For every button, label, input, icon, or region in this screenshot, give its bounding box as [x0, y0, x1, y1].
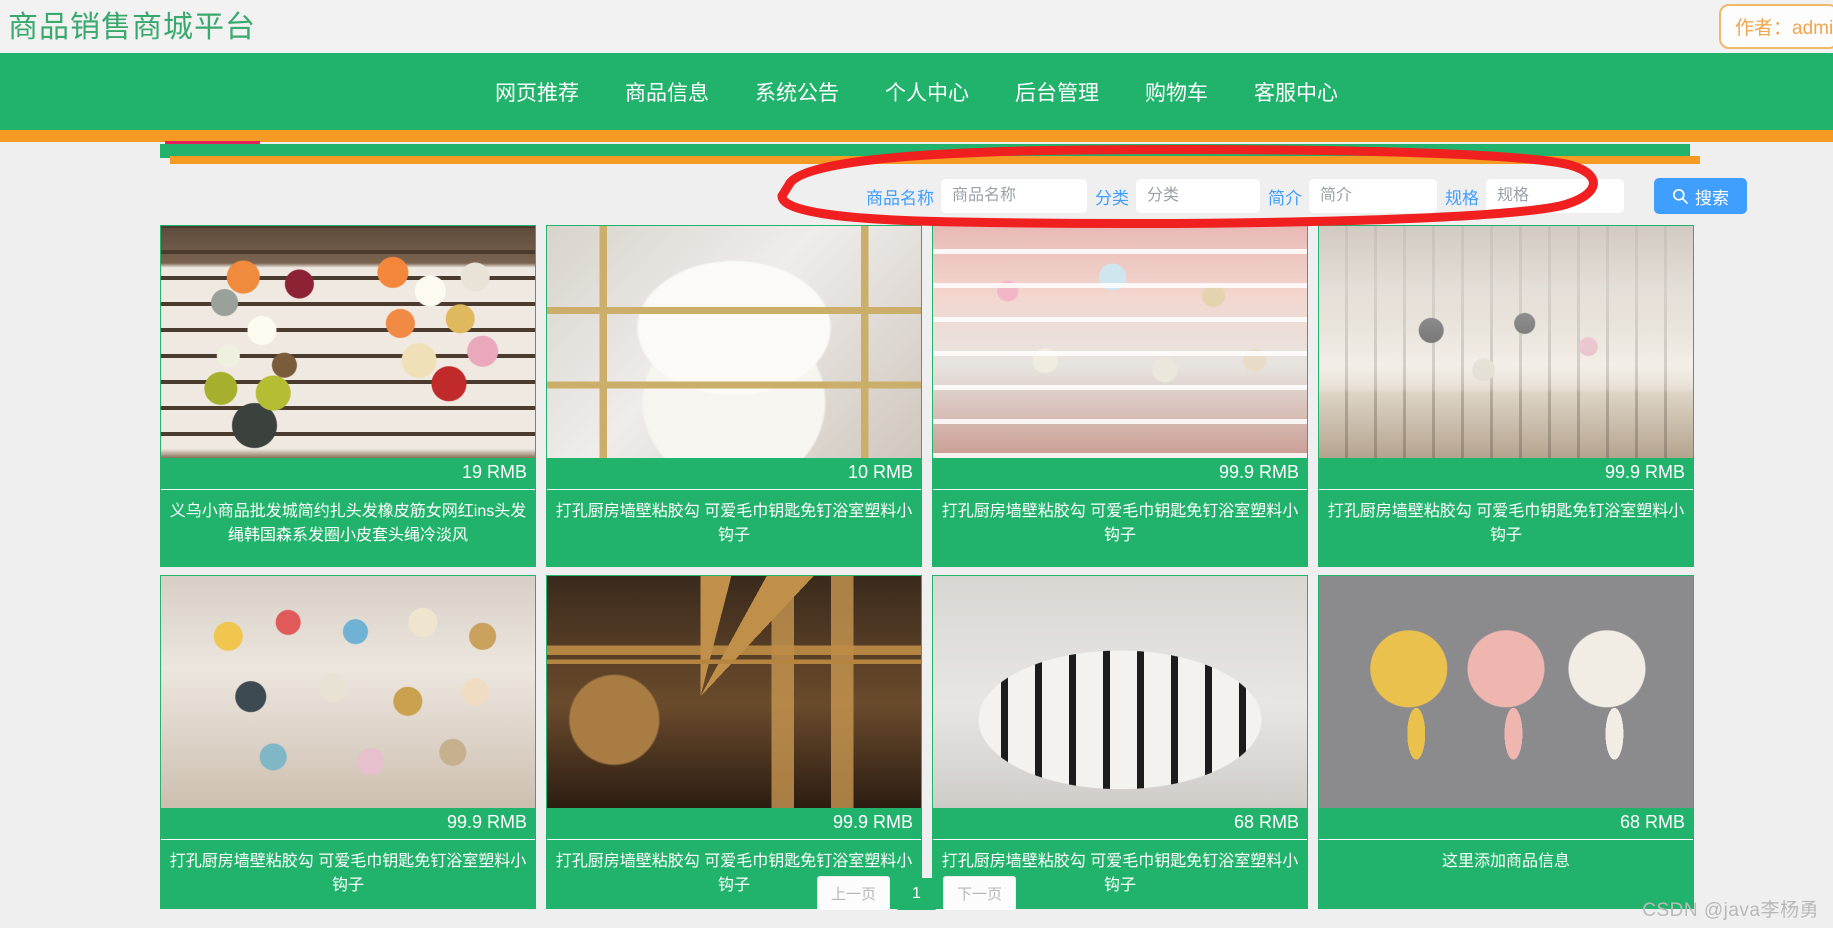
- pagination-page-1-button[interactable]: 1: [896, 877, 937, 910]
- search-field-name: 商品名称: [866, 179, 1087, 213]
- product-title: 打孔厨房墙壁粘胶勾 可爱毛巾钥匙免钉浴室塑料小钩子: [1319, 490, 1693, 558]
- product-grid: 19 RMB 义乌小商品批发城简约扎头发橡皮筋女网红ins头发绳韩国森系发圈小皮…: [160, 225, 1705, 909]
- watermark: CSDN @java李杨勇: [1642, 900, 1819, 921]
- product-image: [547, 226, 921, 458]
- nav-item-profile[interactable]: 个人中心: [883, 73, 971, 111]
- product-image: [1319, 226, 1693, 458]
- nav-item-notices[interactable]: 系统公告: [753, 73, 841, 111]
- nav-item-recommend[interactable]: 网页推荐: [493, 73, 581, 111]
- product-image: [161, 226, 535, 458]
- product-card[interactable]: 68 RMB 打孔厨房墙壁粘胶勾 可爱毛巾钥匙免钉浴室塑料小钩子: [932, 575, 1308, 909]
- top-bar: 商品销售商城平台 作者：admi: [0, 0, 1833, 55]
- product-card[interactable]: 10 RMB 打孔厨房墙壁粘胶勾 可爱毛巾钥匙免钉浴室塑料小钩子: [546, 225, 922, 567]
- product-card[interactable]: 99.9 RMB 打孔厨房墙壁粘胶勾 可爱毛巾钥匙免钉浴室塑料小钩子: [932, 225, 1308, 567]
- search-button-label: 搜索: [1695, 188, 1729, 208]
- search-input-category[interactable]: [1136, 179, 1260, 213]
- search-form: 商品名称 分类 简介 规格: [0, 172, 1833, 220]
- product-price: 19 RMB: [161, 458, 535, 490]
- search-label-name: 商品名称: [866, 188, 934, 208]
- product-price: 99.9 RMB: [933, 458, 1307, 490]
- product-card[interactable]: 68 RMB 这里添加商品信息: [1318, 575, 1694, 909]
- product-image: [933, 576, 1307, 808]
- search-label-description: 简介: [1268, 188, 1302, 208]
- nav-item-cart[interactable]: 购物车: [1143, 73, 1210, 111]
- product-title: 打孔厨房墙壁粘胶勾 可爱毛巾钥匙免钉浴室塑料小钩子: [547, 490, 921, 558]
- product-card[interactable]: 99.9 RMB 打孔厨房墙壁粘胶勾 可爱毛巾钥匙免钉浴室塑料小钩子: [546, 575, 922, 909]
- search-button[interactable]: 搜索: [1654, 178, 1747, 214]
- product-image: [547, 576, 921, 808]
- search-field-spec: 规格: [1445, 179, 1624, 213]
- search-bar: 商品名称 分类 简介 规格: [0, 172, 1833, 220]
- pagination-prev-button[interactable]: 上一页: [817, 876, 891, 911]
- product-price: 99.9 RMB: [547, 808, 921, 840]
- nav-item-support[interactable]: 客服中心: [1252, 73, 1340, 111]
- main-navigation: 网页推荐 商品信息 系统公告 个人中心 后台管理 购物车 客服中心: [0, 53, 1833, 130]
- nav-item-admin[interactable]: 后台管理: [1013, 73, 1101, 111]
- app-root: 商品销售商城平台 作者：admi 网页推荐 商品信息 系统公告 个人中心 后台管…: [0, 0, 1833, 928]
- nav-item-products[interactable]: 商品信息: [623, 73, 711, 111]
- product-price: 99.9 RMB: [1319, 458, 1693, 490]
- product-image: [1319, 576, 1693, 808]
- product-card[interactable]: 19 RMB 义乌小商品批发城简约扎头发橡皮筋女网红ins头发绳韩国森系发圈小皮…: [160, 225, 536, 567]
- search-field-description: 简介: [1268, 179, 1437, 213]
- page-title: 商品销售商城平台: [8, 11, 256, 44]
- pagination: 上一页 1 下一页: [0, 876, 1833, 911]
- search-input-spec[interactable]: [1486, 179, 1624, 213]
- search-field-category: 分类: [1095, 179, 1260, 213]
- product-image: [933, 226, 1307, 458]
- banner-orange-stripe: [170, 156, 1700, 164]
- author-badge: 作者：admi: [1719, 4, 1833, 49]
- banner-stripe-group: [160, 141, 1705, 164]
- product-image: [161, 576, 535, 808]
- search-input-description[interactable]: [1309, 179, 1437, 213]
- product-price: 10 RMB: [547, 458, 921, 490]
- nav-list: 网页推荐 商品信息 系统公告 个人中心 后台管理 购物车 客服中心: [0, 53, 1833, 130]
- search-icon: [1672, 188, 1688, 204]
- search-input-name[interactable]: [941, 179, 1087, 213]
- product-price: 99.9 RMB: [161, 808, 535, 840]
- product-title: 义乌小商品批发城简约扎头发橡皮筋女网红ins头发绳韩国森系发圈小皮套头绳冷淡风: [161, 490, 535, 566]
- product-card[interactable]: 99.9 RMB 打孔厨房墙壁粘胶勾 可爱毛巾钥匙免钉浴室塑料小钩子: [1318, 225, 1694, 567]
- search-label-category: 分类: [1095, 188, 1129, 208]
- product-price: 68 RMB: [1319, 808, 1693, 840]
- pagination-next-button[interactable]: 下一页: [942, 876, 1016, 911]
- product-price: 68 RMB: [933, 808, 1307, 840]
- product-card[interactable]: 99.9 RMB 打孔厨房墙壁粘胶勾 可爱毛巾钥匙免钉浴室塑料小钩子: [160, 575, 536, 909]
- product-title: 打孔厨房墙壁粘胶勾 可爱毛巾钥匙免钉浴室塑料小钩子: [933, 490, 1307, 558]
- search-label-spec: 规格: [1445, 188, 1479, 208]
